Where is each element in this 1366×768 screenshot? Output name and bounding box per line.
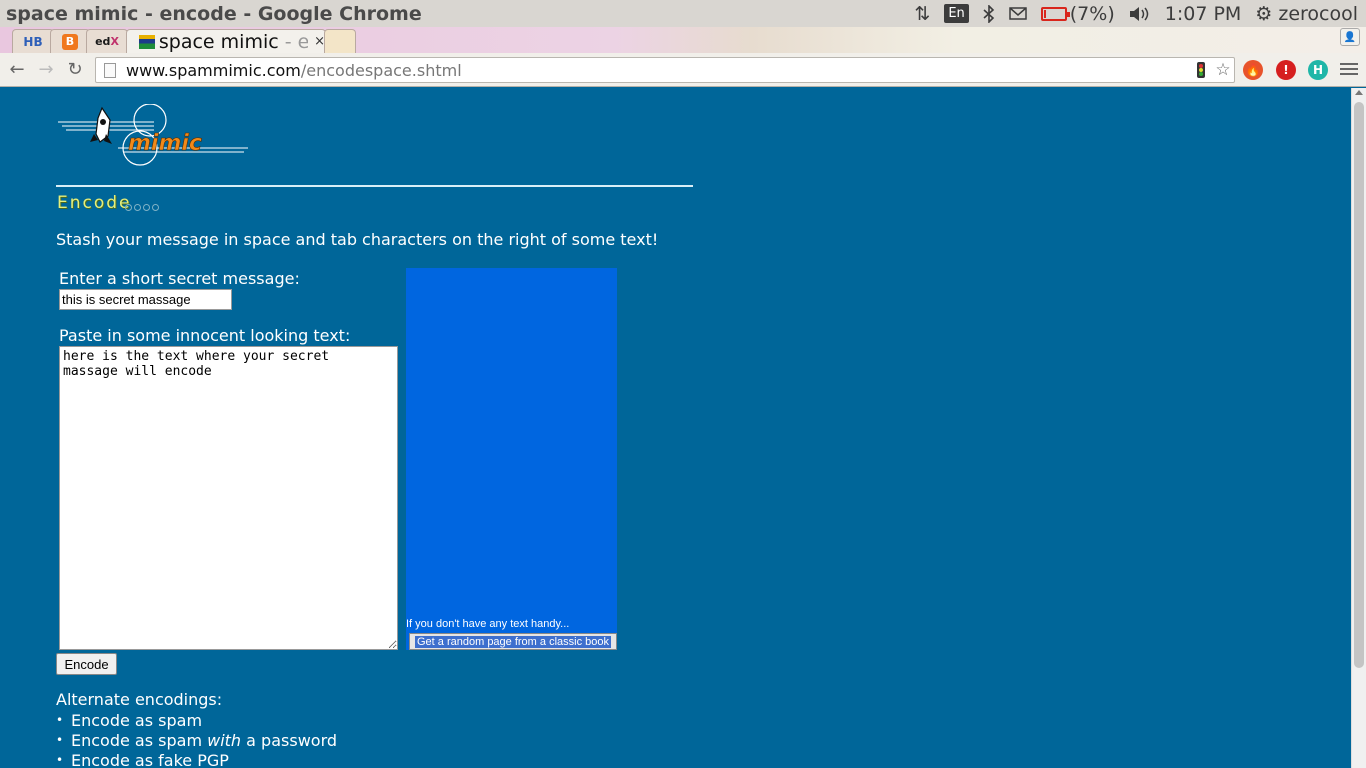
encode-as-fake-pgp-link[interactable]: Encode as fake PGP (71, 751, 229, 768)
battery-icon (1040, 6, 1070, 21)
tab-hb[interactable]: HB (12, 29, 54, 53)
forward-button[interactable]: → (34, 58, 58, 82)
list-item: Encode as spam with a password (56, 730, 337, 750)
hb-favicon-icon: HB (23, 34, 43, 49)
spammimic-logo: mimic (58, 104, 248, 166)
network-icon[interactable]: ⇅ (914, 3, 930, 25)
keyboard-layout-indicator[interactable]: En (944, 4, 969, 23)
tab-space-mimic[interactable]: space mimic - e × (126, 29, 326, 53)
tab-strip: HB B ed X space mimic - e × 👤 (0, 27, 1366, 53)
title-dots-decoration (125, 204, 159, 211)
fire-extension-icon[interactable]: 🔥 (1243, 60, 1263, 80)
chrome-menu-icon[interactable] (1340, 59, 1358, 79)
address-bar[interactable]: www.spammimic.com/encodespace.shtml ☆ (95, 57, 1235, 83)
alert-extension-icon[interactable]: ! (1276, 60, 1296, 80)
h-extension-icon[interactable]: H (1308, 60, 1328, 80)
encode-as-spam-link[interactable]: Encode as spam (71, 711, 202, 730)
page-scrollbar[interactable] (1351, 88, 1366, 768)
clock[interactable]: 1:07 PM (1165, 3, 1242, 25)
os-top-panel: space mimic - encode - Google Chrome ⇅ E… (0, 0, 1366, 27)
url-text: www.spammimic.com/encodespace.shtml (126, 60, 462, 80)
bluetooth-icon[interactable] (983, 4, 995, 23)
gear-icon: ⚙ (1255, 2, 1273, 25)
blogger-favicon-icon: B (62, 33, 78, 50)
system-tray: ⇅ En (7%) 1:07 PM ⚙ zerocool (900, 3, 1366, 25)
list-item: Encode as fake PGP (56, 750, 337, 768)
volume-icon[interactable] (1129, 6, 1151, 22)
encode-as-spam-password-link[interactable]: Encode as spam with a password (71, 731, 337, 750)
innocent-text-label: Paste in some innocent looking text: (59, 326, 351, 345)
text-handy-note: If you don't have any text handy... (406, 618, 570, 630)
tab-title: space mimic - e (158, 30, 309, 53)
tab-edx[interactable]: ed X (86, 29, 128, 53)
list-item: Encode as spam (56, 710, 337, 730)
window-title: space mimic - encode - Google Chrome (6, 2, 422, 25)
site-favicon-icon (139, 34, 155, 49)
tab-blogger[interactable]: B (50, 29, 90, 53)
innocent-text-area[interactable]: here is the text where your secret massa… (59, 346, 398, 650)
random-page-button[interactable]: Get a random page from a classic book (409, 633, 617, 650)
alternate-encodings-heading: Alternate encodings: (56, 690, 223, 709)
session-menu[interactable]: ⚙ zerocool (1255, 3, 1358, 25)
encode-button[interactable]: Encode (56, 653, 117, 675)
intro-text: Stash your message in space and tab char… (56, 230, 659, 249)
alternate-encodings-list: Encode as spam Encode as spam with a pas… (56, 710, 337, 768)
secret-message-input[interactable] (59, 289, 232, 310)
battery-indicator[interactable]: (7%) (1040, 3, 1115, 25)
profile-icon[interactable]: 👤 (1340, 28, 1360, 46)
mail-icon[interactable] (1009, 7, 1027, 20)
svg-text:mimic: mimic (128, 131, 202, 156)
header-divider (56, 185, 693, 187)
reload-button[interactable]: ↻ (63, 58, 87, 82)
traffic-light-extension-icon[interactable] (1190, 59, 1212, 81)
scroll-up-arrow-icon[interactable] (1355, 90, 1363, 95)
ad-panel (406, 268, 617, 650)
bookmark-star-icon[interactable]: ☆ (1212, 59, 1234, 81)
back-button[interactable]: ← (5, 58, 29, 82)
browser-toolbar: ← → ↻ www.spammimic.com/encodespace.shtm… (0, 53, 1366, 87)
edx-favicon-icon: ed X (95, 35, 119, 48)
user-name: zerocool (1278, 2, 1358, 25)
scroll-thumb[interactable] (1354, 102, 1364, 668)
page-content: mimic Encode Stash your message in space… (0, 88, 1351, 768)
secret-message-label: Enter a short secret message: (59, 269, 300, 288)
new-tab-button[interactable] (324, 29, 356, 53)
section-title: Encode (57, 193, 132, 213)
page-icon (104, 62, 116, 78)
